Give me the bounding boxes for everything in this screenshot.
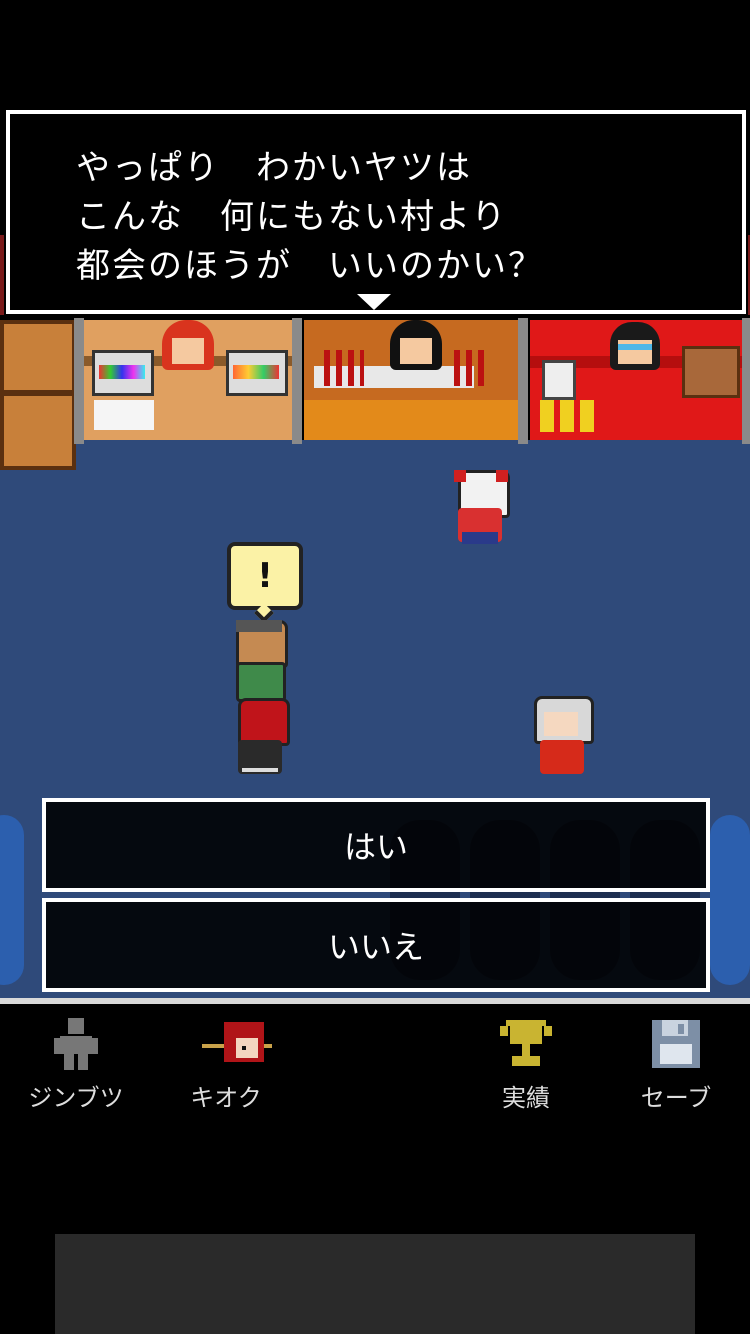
dialog-text: やっぱり わかいヤツは こんな 何にもない村より 都会のほうが いいのかい？: [76, 148, 544, 286]
choice-no-button[interactable]: いいえ: [42, 898, 710, 992]
nav-memory-label: キオク: [190, 1084, 262, 1112]
exclamation-mark: !: [257, 556, 273, 596]
trophy-icon: [500, 1020, 552, 1066]
advance-arrow-icon: [357, 294, 391, 310]
nav-achievements-button[interactable]: 実績: [458, 1010, 588, 1120]
nav-achievements-label: 実績: [502, 1084, 550, 1112]
vendor-black-hair: [390, 320, 442, 370]
paint-jars: [226, 350, 288, 396]
crate: [0, 320, 76, 394]
ad-banner-area[interactable]: [55, 1234, 695, 1334]
choice-yes-label: はい: [343, 828, 408, 866]
vendor-glasses: [610, 322, 660, 370]
nav-people-button[interactable]: ジンブツ: [8, 1010, 138, 1120]
nav-save-button[interactable]: セーブ: [608, 1010, 738, 1120]
nav-people-label: ジンブツ: [28, 1084, 124, 1112]
vendor-red-hair: [162, 320, 214, 370]
stall-post: [518, 318, 528, 444]
stall-post: [74, 318, 84, 444]
choice-no-label: いいえ: [327, 928, 424, 966]
bush: [710, 815, 750, 985]
floppy-disk-icon: [652, 1020, 700, 1068]
crate: [0, 392, 76, 470]
person-silhouette-icon: [54, 1018, 98, 1070]
dialog-box[interactable]: やっぱり わかいヤツは こんな 何にもない村より 都会のほうが いいのかい？: [6, 110, 746, 314]
stall-post: [742, 318, 750, 444]
choice-yes-button[interactable]: はい: [42, 798, 710, 892]
memory-portrait-icon: [202, 1022, 272, 1062]
nav-save-label: セーブ: [640, 1084, 712, 1112]
stall-post: [292, 318, 302, 444]
paint-jars: [92, 350, 154, 396]
nav-memory-button[interactable]: キオク: [158, 1010, 288, 1120]
bush: [0, 815, 24, 985]
exclamation-bubble: !: [227, 542, 303, 610]
